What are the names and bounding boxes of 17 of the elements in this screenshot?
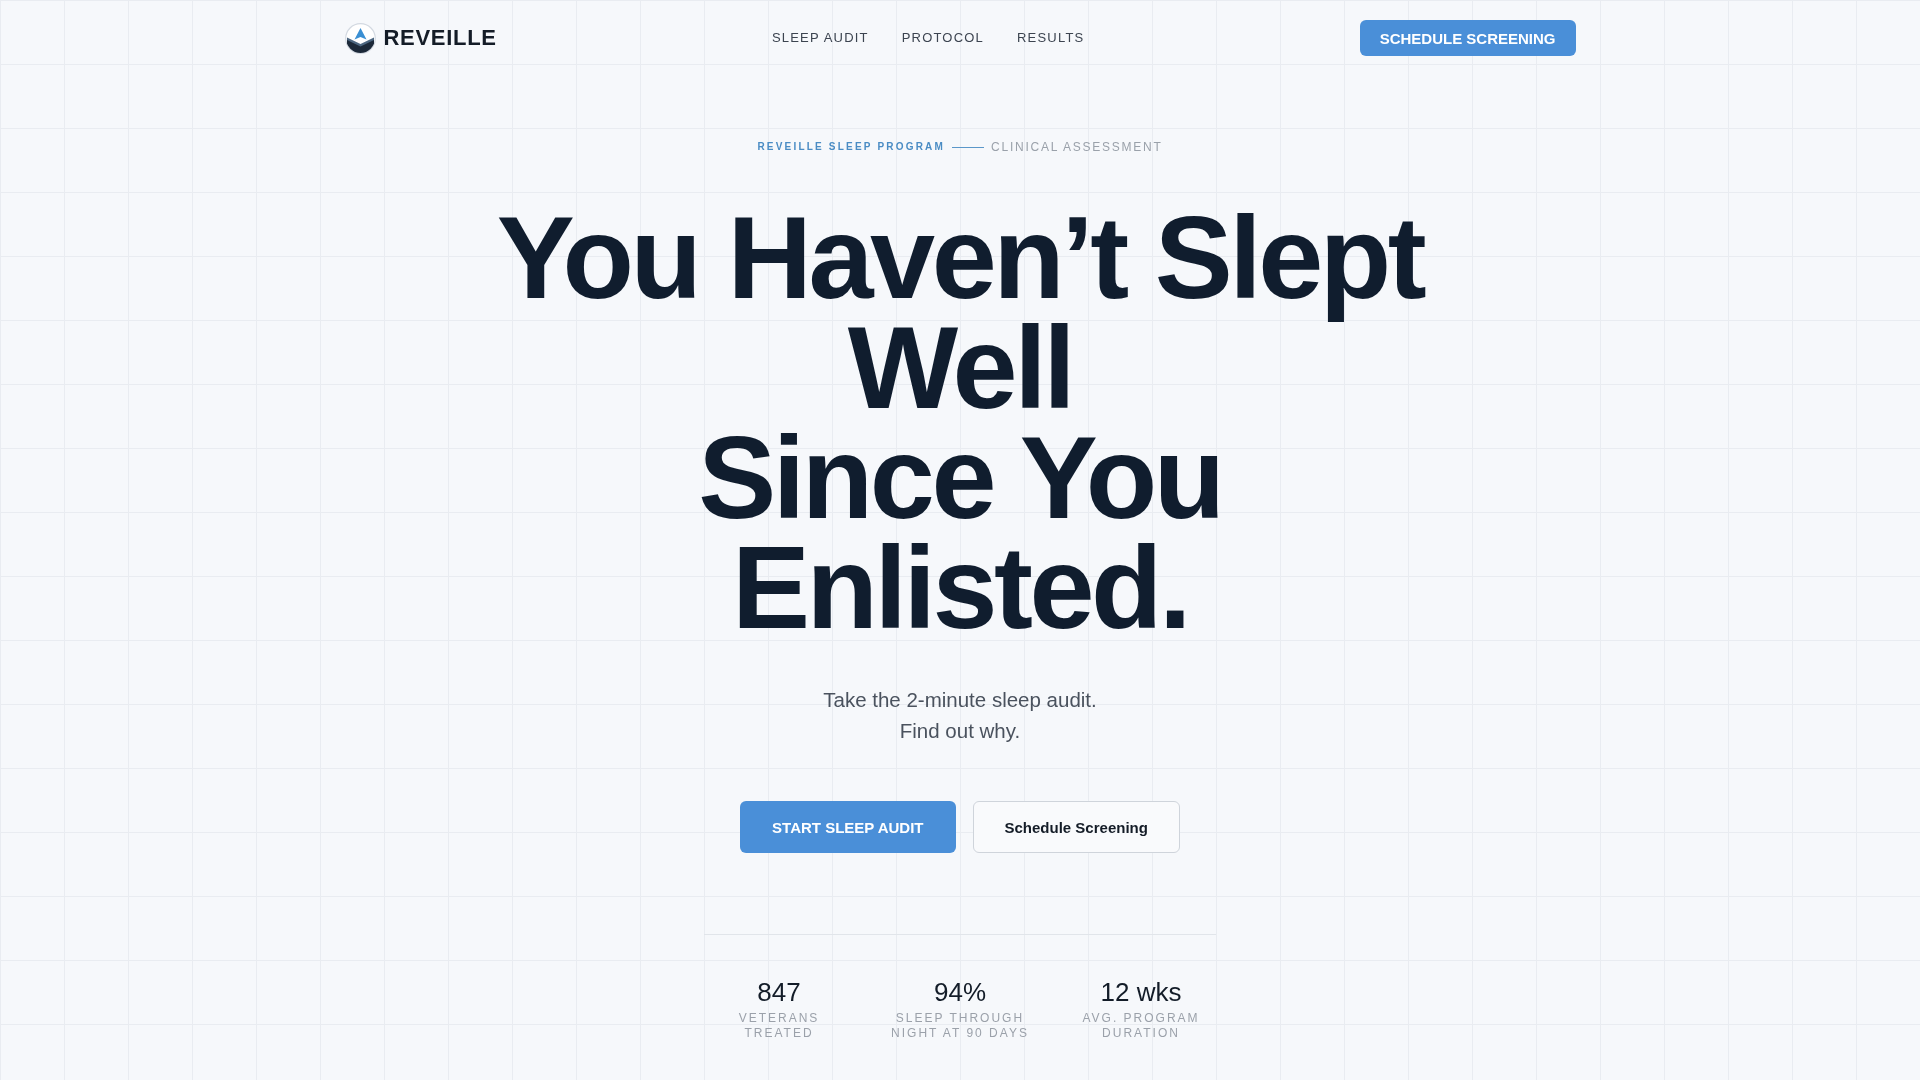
nav-link[interactable]: PROTOCOL xyxy=(901,30,984,46)
stat-value: 12 wks xyxy=(1100,977,1182,1007)
stat-label: SLEEP THROUGH NIGHT AT 90 DAYS xyxy=(890,1011,1030,1041)
eyebrow-subtext: CLINICAL ASSESSMENT xyxy=(991,139,1163,155)
stat-value: 847 xyxy=(757,977,801,1007)
subtitle: Take the 2-minute sleep audit. Find out why. xyxy=(822,687,1098,744)
logo-icon xyxy=(344,22,376,54)
stat-value: 94% xyxy=(933,977,986,1007)
nav-link[interactable]: SLEEP AUDIT xyxy=(771,30,869,46)
headline: Since You Enlisted. xyxy=(697,423,1223,643)
stat-label: VETERANS TREATED xyxy=(737,1011,821,1041)
logo-text: REVEILLE xyxy=(383,25,497,51)
schedule-button[interactable]: Schedule Screening xyxy=(972,801,1180,853)
headline: You Haven’t Slept Well xyxy=(495,203,1425,423)
stat-label: AVG. PROGRAM DURATION xyxy=(1081,1011,1201,1041)
eyebrow-text: REVEILLE SLEEP PROGRAM xyxy=(757,140,946,154)
nav-link[interactable]: RESULTS xyxy=(1017,30,1085,46)
